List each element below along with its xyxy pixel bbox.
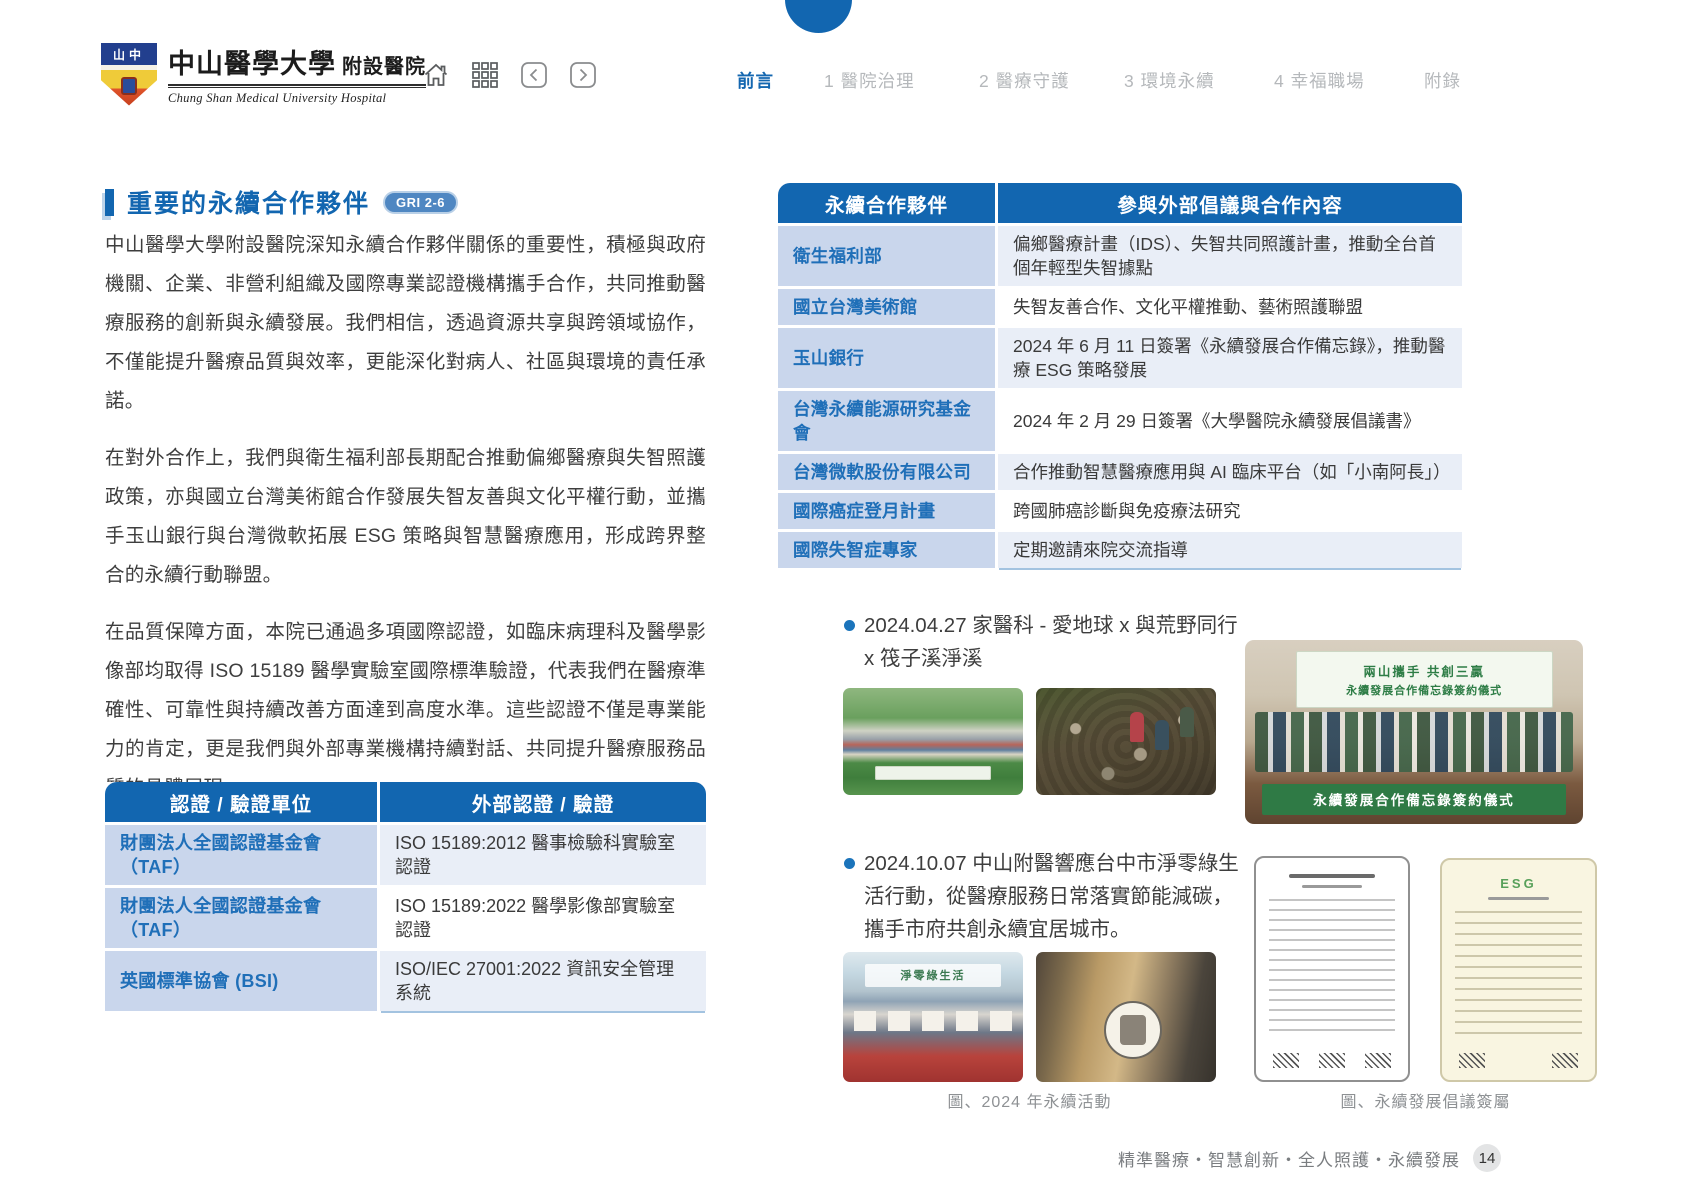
logo-title-en: Chung Shan Medical University Hospital (168, 91, 426, 106)
chevron-left-icon (520, 61, 548, 89)
photo-caption: 圖、永續發展倡議簽屬 (1254, 1088, 1597, 1112)
home-button[interactable] (421, 60, 451, 90)
document-memorandum (1254, 856, 1410, 1082)
partner-content-cell: 2024 年 6 月 11 日簽署《永續發展合作備忘錄》，推動醫療 ESG 策略… (998, 328, 1462, 388)
partner-content-cell: 合作推動智慧醫療應用與 AI 臨床平台（如「小南阿長」） (998, 454, 1462, 490)
partner-name-cell: 衛生福利部 (778, 226, 995, 286)
signing-banner: 兩山攜手 共創三贏 永續發展合作備忘錄簽約儀式 (1296, 651, 1553, 708)
next-page-button[interactable] (568, 60, 598, 90)
held-signs (854, 1011, 1012, 1032)
photo-cleanup-group (843, 688, 1023, 795)
page-title: 重要的永續合作夥伴 (127, 184, 370, 220)
event-item: 2024.04.27 家醫科 - 愛地球 x 與荒野同行 x 筏子溪淨溪 (864, 609, 1242, 675)
partner-name-cell: 玉山銀行 (778, 328, 995, 388)
heading-accent-bar (105, 189, 114, 216)
crest-emblem (121, 77, 137, 95)
partner-table: 永續合作夥伴 參與外部倡議與合作內容 衛生福利部 偏鄉醫療計畫（IDS）、失智共… (778, 183, 1462, 568)
hospital-logo-board (1104, 1001, 1162, 1059)
photo-banner (875, 766, 990, 780)
crest-text: 山中 (101, 46, 157, 63)
partner-content-cell: 2024 年 2 月 29 日簽署《大學醫院永續發展倡議書》 (998, 391, 1462, 451)
cert-org-cell: 財團法人全國認證基金會（TAF） (105, 825, 377, 885)
partner-name-cell: 台灣微軟股份有限公司 (778, 454, 995, 490)
gri-badge: GRI 2-6 (383, 191, 458, 214)
cert-item-cell: ISO 15189:2012 醫事檢驗科實驗室認證 (380, 825, 706, 885)
table-header-cell: 參與外部倡議與合作內容 (998, 183, 1462, 223)
nav-item-workplace[interactable]: 4 幸福職場 (1274, 68, 1365, 93)
report-page: 山中 中山醫學大學 附設醫院 Chung Shan Medical Univer… (0, 0, 1697, 1200)
partner-name-cell: 國際癌症登月計畫 (778, 493, 995, 529)
esg-heading: ESG (1455, 876, 1582, 891)
home-icon (421, 60, 451, 90)
signatures (1455, 1044, 1582, 1068)
banner-line: 兩山攜手 共創三贏 (1363, 661, 1484, 680)
previous-page-button[interactable] (519, 60, 549, 90)
cert-item-cell: ISO 15189:2022 醫學影像部實驗室認證 (380, 888, 706, 948)
partner-content-cell: 偏鄉醫療計畫（IDS）、失智共同照護計畫，推動全台首個年輕型失智據點 (998, 226, 1462, 286)
photo-caption: 圖、2024 年永續活動 (843, 1088, 1216, 1112)
partner-content-cell: 失智友善合作、文化平權推動、藝術照護聯盟 (998, 289, 1462, 325)
photo-river-rocks (1036, 688, 1216, 795)
chevron-right-icon (569, 61, 597, 89)
event1-photos (843, 688, 1216, 795)
event-text: 2024.04.27 家醫科 - 愛地球 x 與荒野同行 x 筏子溪淨溪 (864, 609, 1242, 675)
grid-icon (471, 61, 499, 89)
cert-org-cell: 英國標準協會 (BSI) (105, 951, 377, 1011)
section-heading: 重要的永續合作夥伴 GRI 2-6 (105, 184, 458, 220)
photo-banner: 淨零綠生活 (865, 964, 1002, 987)
table-header-cell: 永續合作夥伴 (778, 183, 995, 223)
nav-item-environment[interactable]: 3 環境永續 (1124, 68, 1215, 93)
footer-slogan: 精準醫療・智慧創新・全人照護・永續發展 (1118, 1146, 1460, 1171)
cert-item-cell: ISO/IEC 27001:2022 資訊安全管理系統 (380, 951, 706, 1011)
bullet-icon (844, 858, 855, 869)
table-header-cell: 認證 / 驗證單位 (105, 782, 377, 822)
partner-name-cell: 國立台灣美術館 (778, 289, 995, 325)
page-footer: 精準醫療・智慧創新・全人照護・永續發展 14 (1118, 1144, 1501, 1172)
hospital-logo: 山中 中山醫學大學 附設醫院 Chung Shan Medical Univer… (101, 42, 426, 106)
partner-name-cell: 台灣永續能源研究基金會 (778, 391, 995, 451)
logo-divider (168, 84, 426, 88)
photo-signing-ceremony: 兩山攜手 共創三贏 永續發展合作備忘錄簽約儀式 永續發展合作備忘錄簽約儀式 (1245, 640, 1583, 824)
hospital-crest-icon: 山中 (101, 43, 157, 106)
partner-content-cell: 定期邀請來院交流指導 (998, 532, 1462, 568)
front-banner: 永續發展合作備忘錄簽約儀式 (1262, 784, 1566, 815)
partner-content-cell: 跨國肺癌診斷與免疫療法研究 (998, 493, 1462, 529)
signatures (1269, 1044, 1395, 1068)
nav-item-foreword[interactable]: 前言 (737, 68, 774, 93)
photo-net-zero-press: 淨零綠生活 (843, 952, 1023, 1082)
logo-text: 中山醫學大學 附設醫院 Chung Shan Medical Universit… (168, 42, 426, 106)
thumbnails-button[interactable] (470, 60, 500, 90)
photo-logo-board (1036, 952, 1216, 1082)
event-text: 2024.10.07 中山附醫響應台中市淨零綠生活行動，從醫療服務日常落實節能減… (864, 847, 1242, 946)
logo-subtitle-zh: 附設醫院 (342, 50, 426, 79)
cert-org-cell: 財團法人全國認證基金會（TAF） (105, 888, 377, 948)
paragraph: 在對外合作上，我們與衛生福利部長期配合推動偏鄉醫療與失智照護政策，亦與國立台灣美… (105, 439, 706, 595)
nav-item-medical-care[interactable]: 2 醫療守護 (979, 68, 1070, 93)
top-bookmark-circle (785, 0, 852, 33)
paragraph: 在品質保障方面，本院已通過多項國際認證，如臨床病理科及醫學影像部均取得 ISO … (105, 613, 706, 808)
page-number-badge: 14 (1473, 1144, 1501, 1172)
group-of-people (1255, 712, 1573, 773)
partner-name-cell: 國際失智症專家 (778, 532, 995, 568)
table-header-cell: 外部認證 / 驗證 (380, 782, 706, 822)
banner-line: 永續發展合作備忘錄簽約儀式 (1346, 682, 1502, 698)
event2-photos: 淨零綠生活 (843, 952, 1216, 1082)
nav-item-governance[interactable]: 1 醫院治理 (824, 68, 915, 93)
event-item: 2024.10.07 中山附醫響應台中市淨零綠生活行動，從醫療服務日常落實節能減… (864, 847, 1242, 946)
reader-toolbar (421, 60, 598, 90)
certification-table: 認證 / 驗證單位 外部認證 / 驗證 財團法人全國認證基金會（TAF） ISO… (105, 782, 706, 1011)
nav-item-appendix[interactable]: 附錄 (1424, 68, 1461, 93)
bullet-icon (844, 620, 855, 631)
paragraph: 中山醫學大學附設醫院深知永續合作夥伴關係的重要性，積極與政府機關、企業、非營利組… (105, 226, 706, 421)
document-esg-initiative: ESG (1440, 858, 1597, 1082)
logo-title-zh: 中山醫學大學 (168, 42, 336, 81)
